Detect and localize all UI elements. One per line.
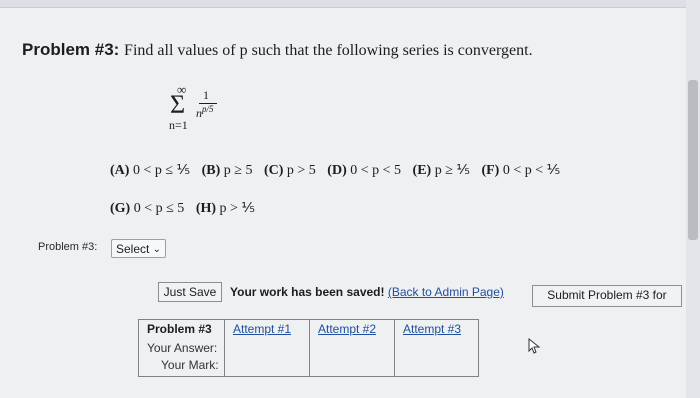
- choice-a: (A) 0 < p ≤ ⅕: [110, 163, 191, 178]
- vertical-scrollbar[interactable]: [686, 0, 700, 398]
- attempt-2-col: Attempt #2: [310, 320, 395, 376]
- attempts-label-col: Problem #3 Your Answer: Your Mark:: [139, 320, 225, 376]
- denominator-exponent: p/5: [202, 104, 214, 114]
- answer-label: Problem #3:: [38, 241, 98, 253]
- row-your-answer: Your Answer:: [147, 341, 218, 355]
- choice-e: (E) p ≥ ⅕: [412, 163, 470, 178]
- choices-row-1: (A) 0 < p ≤ ⅕ (B) p ≥ 5 (C) p > 5 (D) 0 …: [110, 162, 568, 179]
- saved-status: Your work has been saved! (Back to Admin…: [230, 285, 504, 299]
- attempt-2-link[interactable]: Attempt #2: [318, 322, 376, 336]
- choice-g: (G) 0 < p ≤ 5: [110, 201, 185, 216]
- choice-h: (H) p > ⅕: [195, 201, 255, 216]
- row-your-mark: Your Mark:: [161, 358, 219, 372]
- attempts-table: Problem #3 Your Answer: Your Mark: Attem…: [138, 319, 479, 377]
- problem-heading: Problem #3: Find all values of p such th…: [22, 40, 533, 60]
- attempts-header: Problem #3: [147, 322, 212, 336]
- problem-prompt: Find all values of p such that the follo…: [124, 42, 533, 59]
- submit-button[interactable]: Submit Problem #3 for: [532, 285, 682, 307]
- back-to-admin-link[interactable]: (Back to Admin Page): [388, 285, 504, 299]
- choices-row-2: (G) 0 < p ≤ 5 (H) p > ⅕: [110, 200, 263, 217]
- attempt-1-link[interactable]: Attempt #1: [233, 322, 291, 336]
- answer-select[interactable]: Select ⌄: [111, 239, 166, 258]
- select-value: Select: [116, 242, 150, 256]
- top-border: [0, 0, 700, 8]
- sum-lower-limit: n=1: [169, 118, 188, 132]
- saved-message: Your work has been saved!: [230, 285, 385, 299]
- attempt-1-col: Attempt #1: [225, 320, 310, 376]
- choice-c: (C) p > 5: [263, 163, 316, 178]
- scrollbar-thumb[interactable]: [688, 80, 698, 240]
- choice-f: (F) 0 < p < ⅕: [481, 163, 561, 178]
- fraction-numerator: 1: [203, 88, 209, 102]
- mouse-cursor-icon: [528, 338, 541, 354]
- attempt-3-col: Attempt #3: [395, 320, 478, 376]
- sigma-symbol: Σ: [170, 90, 186, 119]
- fraction-denominator: np/5: [196, 104, 214, 121]
- attempt-3-link[interactable]: Attempt #3: [403, 322, 461, 336]
- series-formula: ∞ Σ n=1 1 np/5: [166, 82, 236, 134]
- choice-b: (B) p ≥ 5: [201, 163, 253, 178]
- problem-title: Problem #3:: [22, 40, 120, 59]
- choice-d: (D) 0 < p < 5: [327, 163, 402, 178]
- just-save-button[interactable]: Just Save: [158, 282, 222, 302]
- chevron-down-icon: ⌄: [152, 244, 161, 255]
